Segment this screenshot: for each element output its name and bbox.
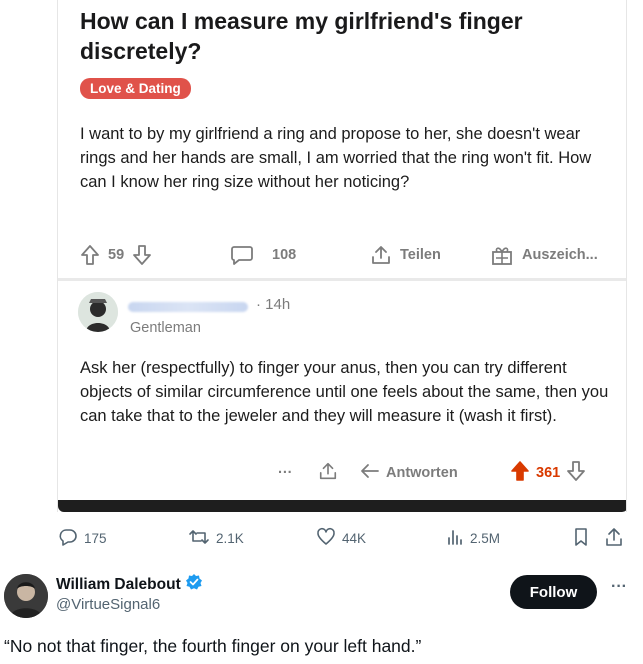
comment-flair: Gentleman (130, 320, 201, 336)
upvote-icon (80, 244, 100, 266)
upvote-icon (510, 460, 530, 486)
post-award: Auszeich... (490, 238, 598, 272)
comment-reply: Antworten (360, 458, 458, 488)
tweet-text: “No not that finger, the fourth finger o… (4, 636, 422, 656)
comment-avatar (78, 292, 118, 332)
verified-badge-icon (185, 573, 203, 596)
comment-time: · 14h (256, 296, 291, 313)
post-comment-count: 108 (272, 247, 297, 263)
follow-button[interactable]: Follow (510, 575, 597, 609)
repost-icon (188, 527, 210, 550)
share-icon (604, 527, 624, 550)
post-award-label: Auszeich... (522, 247, 598, 263)
share-icon (370, 244, 392, 266)
award-icon (490, 244, 514, 266)
downvote-icon (566, 460, 586, 486)
views-icon (446, 528, 464, 549)
divider (58, 278, 626, 281)
post-body: I want to by my girlfriend a ring and pr… (80, 125, 592, 191)
reply-button[interactable]: 175 (58, 526, 107, 550)
share-button[interactable] (604, 526, 624, 550)
post-vote-count: 59 (108, 247, 125, 263)
share-icon (318, 461, 338, 485)
comment-more: ··· (278, 458, 293, 488)
author-name[interactable]: William Dalebout (56, 573, 203, 596)
more-options-button[interactable]: ··· (606, 579, 632, 600)
views-count: 2.5M (470, 530, 501, 546)
post-comments: 108 (230, 238, 296, 272)
post-title: How can I measure my girlfriend's finger… (80, 8, 523, 64)
reply-count: 175 (84, 530, 107, 546)
author-name-text: William Dalebout (56, 575, 181, 593)
screenshot-bottom-bar (58, 500, 626, 512)
comment-icon (230, 244, 254, 266)
comment-body: Ask her (respectfully) to finger your an… (80, 359, 609, 425)
repost-button[interactable]: 2.1K (188, 526, 244, 550)
author-handle[interactable]: @VirtueSignal6 (56, 596, 160, 613)
post-share-label: Teilen (400, 247, 441, 263)
bookmark-icon (572, 527, 590, 550)
comment-actions: ··· Antworten 361 (278, 458, 618, 488)
post-share: Teilen (370, 238, 441, 272)
comment-share (318, 458, 338, 488)
post-tag: Love & Dating (80, 78, 191, 99)
bookmark-button[interactable] (572, 526, 590, 550)
comment-vote-count: 361 (536, 465, 561, 481)
comment-more-label: ··· (278, 465, 293, 481)
post-actions: 59 108 Teilen Auszeich... (80, 238, 626, 272)
like-count: 44K (342, 530, 367, 546)
comment-reply-label: Antworten (386, 465, 458, 481)
like-button[interactable]: 44K (316, 526, 366, 550)
author-avatar[interactable] (4, 574, 48, 618)
comment-vote-group: 361 (510, 458, 586, 488)
embedded-screenshot: How can I measure my girlfriend's finger… (57, 0, 627, 512)
tweet-stats: 175 2.1K 44K 2.5M (58, 526, 628, 550)
views-button[interactable]: 2.5M (446, 526, 500, 550)
post-vote-group: 59 (80, 238, 152, 272)
repost-count: 2.1K (216, 530, 244, 546)
comment-username-redacted (128, 302, 248, 312)
reply-icon (360, 462, 380, 484)
downvote-icon (132, 244, 152, 266)
heart-icon (316, 527, 336, 550)
reply-icon (58, 527, 78, 550)
